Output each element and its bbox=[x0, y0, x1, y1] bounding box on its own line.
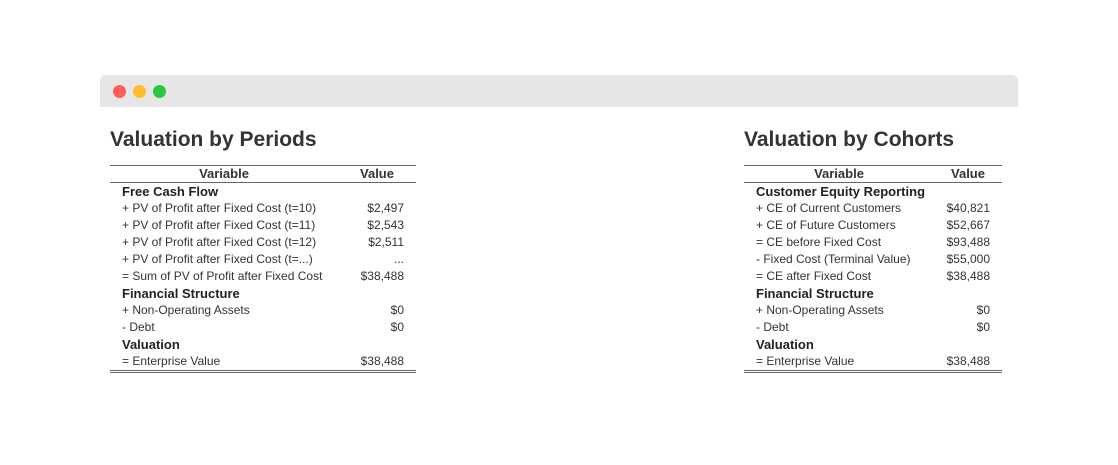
row-value: $2,543 bbox=[367, 218, 404, 232]
row-value: $93,488 bbox=[946, 235, 990, 249]
row-label: = CE before Fixed Cost bbox=[756, 235, 882, 249]
group-label: Financial Structure bbox=[756, 286, 874, 301]
row-value: $55,000 bbox=[946, 252, 990, 266]
row-label: = Enterprise Value bbox=[122, 354, 221, 368]
table-row: - Fixed Cost (Terminal Value) $55,000 bbox=[744, 251, 1002, 268]
table-row: = Enterprise Value $38,488 bbox=[744, 353, 1002, 372]
periods-table: Variable Value Free Cash Flow + PV of Pro… bbox=[110, 165, 416, 373]
periods-header-row: Variable Value bbox=[110, 165, 416, 183]
table-row: + Non-Operating Assets $0 bbox=[744, 302, 1002, 319]
table-row: = CE before Fixed Cost $93,488 bbox=[744, 234, 1002, 251]
window-title-bar bbox=[100, 75, 1018, 107]
group-label: Valuation bbox=[122, 337, 180, 352]
periods-title: Valuation by Periods bbox=[110, 128, 317, 151]
table-row: + Non-Operating Assets $0 bbox=[110, 302, 416, 319]
cohorts-panel: Valuation by Cohorts Variable Value Cust… bbox=[744, 127, 1002, 373]
table-group-row: Free Cash Flow bbox=[110, 183, 416, 201]
table-row: + PV of Profit after Fixed Cost (t=10) $2… bbox=[110, 200, 416, 217]
cohorts-table: Variable Value Customer Equity Reporting… bbox=[744, 165, 1002, 373]
row-value: $38,488 bbox=[946, 269, 990, 283]
close-window-icon[interactable] bbox=[113, 85, 126, 98]
row-value: $0 bbox=[976, 303, 990, 317]
row-value: $0 bbox=[390, 303, 404, 317]
table-row: + CE of Future Customers $52,667 bbox=[744, 217, 1002, 234]
row-value: $0 bbox=[390, 320, 404, 334]
row-label: - Fixed Cost (Terminal Value) bbox=[756, 252, 911, 266]
group-label: Valuation bbox=[756, 337, 814, 352]
periods-col-variable: Variable bbox=[110, 165, 338, 183]
maximize-window-icon[interactable] bbox=[153, 85, 166, 98]
cohorts-table-body: Customer Equity Reporting + CE of Current… bbox=[744, 183, 1002, 372]
table-row: = Sum of PV of Profit after Fixed Cost $3… bbox=[110, 268, 416, 285]
table-group-row: Customer Equity Reporting bbox=[744, 183, 1002, 201]
table-row: + PV of Profit after Fixed Cost (t=11) $2… bbox=[110, 217, 416, 234]
row-label: = Enterprise Value bbox=[756, 354, 855, 368]
row-label: + PV of Profit after Fixed Cost (t=10) bbox=[122, 201, 317, 215]
row-label: + PV of Profit after Fixed Cost (t=11) bbox=[122, 218, 316, 232]
table-group-row: Valuation bbox=[744, 336, 1002, 353]
cohorts-title: Valuation by Cohorts bbox=[744, 128, 955, 151]
group-label: Financial Structure bbox=[122, 286, 240, 301]
row-label: - Debt bbox=[122, 320, 155, 334]
cohorts-header-row: Variable Value bbox=[744, 165, 1002, 183]
row-value: $38,488 bbox=[360, 354, 404, 368]
minimize-window-icon[interactable] bbox=[133, 85, 146, 98]
periods-table-body: Free Cash Flow + PV of Profit after Fixed… bbox=[110, 183, 416, 372]
row-value: ... bbox=[393, 252, 404, 266]
row-value: $2,511 bbox=[368, 235, 404, 249]
periods-panel: Valuation by Periods Variable Value Free… bbox=[110, 127, 416, 373]
row-label: - Debt bbox=[756, 320, 789, 334]
row-value: $2,497 bbox=[367, 201, 404, 215]
periods-col-value: Value bbox=[338, 165, 416, 183]
row-value: $38,488 bbox=[360, 269, 404, 283]
table-row: = CE after Fixed Cost $38,488 bbox=[744, 268, 1002, 285]
row-label: = CE after Fixed Cost bbox=[756, 269, 872, 283]
row-value: $38,488 bbox=[946, 354, 990, 368]
cohorts-col-value: Value bbox=[934, 165, 1002, 183]
table-row: = Enterprise Value $38,488 bbox=[110, 353, 416, 372]
table-group-row: Financial Structure bbox=[110, 285, 416, 302]
row-value: $40,821 bbox=[946, 201, 990, 215]
table-row: + PV of Profit after Fixed Cost (t=...).… bbox=[110, 251, 416, 268]
row-value: $0 bbox=[976, 320, 990, 334]
table-group-row: Valuation bbox=[110, 336, 416, 353]
group-label: Free Cash Flow bbox=[122, 184, 219, 199]
group-label: Customer Equity Reporting bbox=[756, 184, 926, 199]
cohorts-col-variable: Variable bbox=[744, 165, 934, 183]
row-label: + PV of Profit after Fixed Cost (t=...) bbox=[122, 252, 313, 266]
table-group-row: Financial Structure bbox=[744, 285, 1002, 302]
row-label: + PV of Profit after Fixed Cost (t=12) bbox=[122, 235, 317, 249]
row-value: $52,667 bbox=[946, 218, 990, 232]
row-label: + CE of Current Customers bbox=[756, 201, 902, 215]
row-label: + Non-Operating Assets bbox=[122, 303, 250, 317]
table-row: + PV of Profit after Fixed Cost (t=12) $2… bbox=[110, 234, 416, 251]
table-row: - Debt $0 bbox=[110, 319, 416, 336]
table-row: - Debt $0 bbox=[744, 319, 1002, 336]
row-label: + Non-Operating Assets bbox=[756, 303, 884, 317]
table-row: + CE of Current Customers $40,821 bbox=[744, 200, 1002, 217]
row-label: + CE of Future Customers bbox=[756, 218, 896, 232]
row-label: = Sum of PV of Profit after Fixed Cost bbox=[122, 269, 323, 283]
